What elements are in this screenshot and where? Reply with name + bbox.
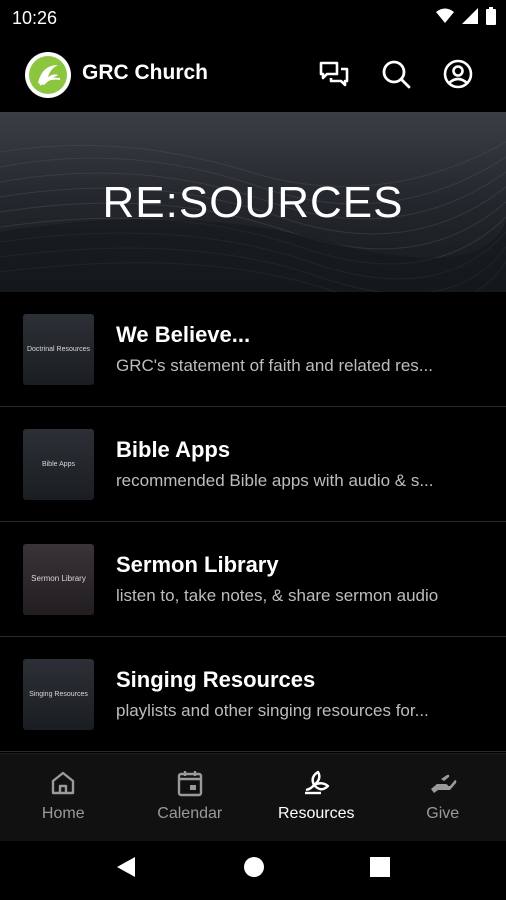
wifi-icon — [436, 8, 454, 29]
nav-resources[interactable]: Resources — [253, 754, 380, 841]
item-subtitle: playlists and other singing resources fo… — [116, 701, 429, 720]
thumbnail-label: Doctrinal Resources — [26, 345, 91, 353]
list-item-singing-resources[interactable]: Singing Resources Singing Resources play… — [0, 637, 506, 752]
home-circle-icon[interactable] — [243, 855, 265, 884]
item-title: Sermon Library — [116, 552, 279, 577]
list-item-bible-apps[interactable]: Bible Apps Bible Apps recommended Bible … — [0, 407, 506, 522]
thumbnail-label: Singing Resources — [29, 690, 88, 698]
item-title: Singing Resources — [116, 667, 316, 692]
nav-label-home: Home — [41, 805, 85, 822]
thumbnail-image: Doctrinal Resources — [23, 314, 94, 385]
nav-label-give: Give — [426, 805, 460, 822]
resources-leaf-icon — [301, 768, 331, 798]
search-icon[interactable] — [380, 58, 412, 90]
app-title: GRC Church — [82, 61, 208, 84]
thumbnail-label: Sermon Library — [31, 574, 86, 584]
account-icon[interactable] — [442, 58, 474, 90]
system-navigation-bar — [0, 841, 506, 900]
bottom-navigation: Home Calendar Resources Give — [0, 753, 506, 841]
status-bar: 10:26 — [0, 0, 506, 36]
nav-calendar[interactable]: Calendar — [127, 754, 254, 841]
back-icon[interactable] — [115, 855, 137, 884]
give-hand-icon — [428, 768, 458, 798]
grc-logo-icon[interactable] — [25, 52, 71, 98]
recents-icon[interactable] — [369, 855, 391, 884]
nav-label-calendar: Calendar — [157, 805, 223, 822]
calendar-icon — [175, 768, 205, 798]
list-item-sermon-library[interactable]: Sermon Library Sermon Library listen to,… — [0, 522, 506, 637]
chat-icon[interactable] — [318, 58, 350, 90]
status-time: 10:26 — [12, 8, 58, 28]
app-bar: GRC Church — [0, 36, 506, 112]
hero-title: RE:SOURCES — [102, 178, 404, 227]
thumbnail-image: Singing Resources — [23, 659, 94, 730]
nav-give[interactable]: Give — [380, 754, 506, 841]
thumbnail-label: Bible Apps — [41, 460, 76, 468]
item-subtitle: recommended Bible apps with audio & s... — [116, 471, 434, 490]
list-item-we-believe[interactable]: Doctrinal Resources We Believe... GRC's … — [0, 292, 506, 407]
cell-signal-icon — [462, 8, 478, 29]
resource-list: Doctrinal Resources We Believe... GRC's … — [0, 292, 506, 752]
item-title: Bible Apps — [116, 437, 231, 462]
nav-home[interactable]: Home — [0, 754, 127, 841]
nav-label-resources: Resources — [278, 805, 355, 822]
battery-icon — [486, 7, 496, 30]
thumbnail-image: Sermon Library — [23, 544, 94, 615]
item-subtitle: listen to, take notes, & share sermon au… — [116, 586, 439, 605]
thumbnail-image: Bible Apps — [23, 429, 94, 500]
home-icon — [48, 768, 78, 798]
item-subtitle: GRC's statement of faith and related res… — [116, 356, 433, 375]
item-title: We Believe... — [116, 322, 251, 347]
